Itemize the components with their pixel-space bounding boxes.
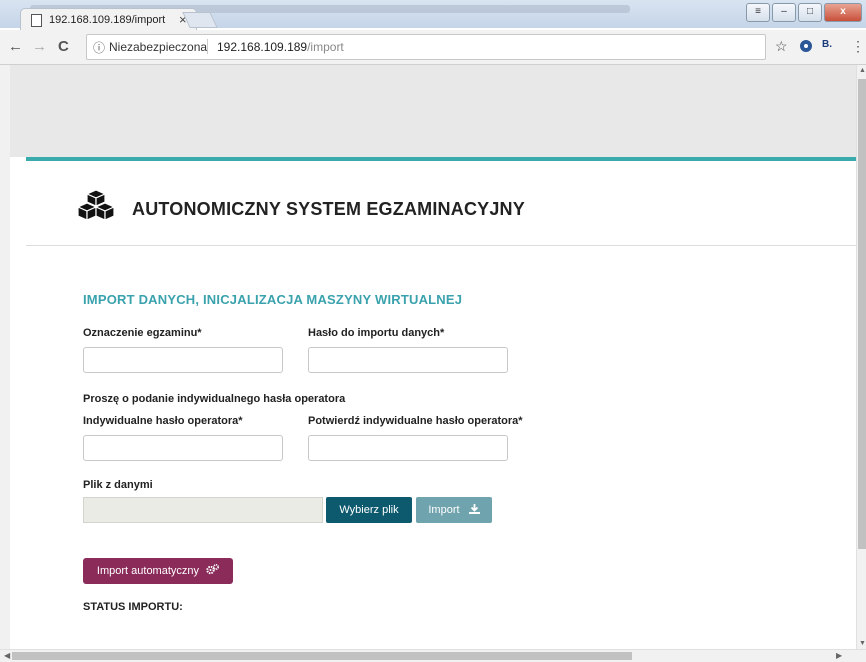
browser-toolbar: ← → C ⓘ Niezabezpieczona 192.168.109.189… <box>0 30 866 65</box>
page-left-edge <box>0 65 10 649</box>
info-icon[interactable]: ⓘ <box>93 39 105 56</box>
forward-icon[interactable]: → <box>32 38 47 55</box>
horizontal-scroll-thumb[interactable] <box>12 652 632 660</box>
section-title: IMPORT DANYCH, INICJALIZACJA MASZYNY WIR… <box>83 292 463 307</box>
app-title: AUTONOMICZNY SYSTEM EGZAMINACYJNY <box>132 199 525 219</box>
maximize-button[interactable]: □ <box>798 3 822 22</box>
bookmark-star-icon[interactable]: ☆ <box>775 38 788 55</box>
browser-tab[interactable]: 192.168.109.189/import × <box>20 8 197 31</box>
window-controls: ≡ – □ x <box>746 3 862 22</box>
divider <box>207 39 208 54</box>
gears-icon <box>206 563 220 575</box>
operator-password-input[interactable] <box>83 435 283 461</box>
cubes-icon <box>78 189 114 221</box>
horizontal-scrollbar[interactable]: ◀ ▶ <box>0 649 866 662</box>
import-password-label: Hasło do importu danych* <box>308 327 445 339</box>
url-text: 192.168.109.189/import <box>217 40 344 54</box>
page-icon <box>31 14 42 27</box>
page-top-band <box>10 65 856 157</box>
operator-password-confirm-label: Potwierdź indywidualne hasło operatora* <box>308 415 523 427</box>
vertical-scroll-thumb[interactable] <box>858 79 866 549</box>
operator-password-label: Indywidualne hasło operatora* <box>83 415 243 427</box>
choose-file-button[interactable]: Wybierz plik <box>326 497 412 523</box>
address-bar[interactable]: ⓘ Niezabezpieczona 192.168.109.189/impor… <box>86 34 766 60</box>
scroll-right-icon[interactable]: ▶ <box>836 651 842 660</box>
operator-note: Proszę o podanie indywidualnego hasła op… <box>83 393 346 405</box>
exam-input[interactable] <box>83 347 283 373</box>
file-label: Plik z danymi <box>83 479 153 491</box>
import-password-input[interactable] <box>308 347 508 373</box>
exam-label: Oznaczenie egzaminu* <box>83 327 202 339</box>
vertical-scrollbar[interactable]: ▲ ▼ <box>856 65 866 649</box>
window-titlebar: 192.168.109.189/import × ≡ – □ x <box>0 0 866 31</box>
reload-icon[interactable]: C <box>58 38 69 55</box>
user-icon[interactable]: ≡ <box>746 3 770 22</box>
app-header: AUTONOMICZNY SYSTEM EGZAMINACYJNY <box>26 161 856 246</box>
import-form: IMPORT DANYCH, INICJALIZACJA MASZYNY WIR… <box>26 247 856 649</box>
security-label: Niezabezpieczona <box>109 40 208 54</box>
page-viewport: AUTONOMICZNY SYSTEM EGZAMINACYJNY IMPORT… <box>10 65 856 649</box>
extension-icon[interactable] <box>800 40 812 52</box>
import-status-label: STATUS IMPORTU: <box>83 601 183 613</box>
menu-icon[interactable]: ⋮ <box>851 38 865 55</box>
download-icon <box>468 504 480 514</box>
tab-title: 192.168.109.189/import <box>49 14 166 26</box>
extension-b-icon[interactable]: B. <box>822 39 832 50</box>
operator-password-confirm-input[interactable] <box>308 435 508 461</box>
minimize-button[interactable]: – <box>772 3 796 22</box>
scroll-down-icon[interactable]: ▼ <box>859 640 866 647</box>
scroll-up-icon[interactable]: ▲ <box>859 67 866 74</box>
auto-import-button[interactable]: Import automatyczny <box>83 558 233 584</box>
back-icon[interactable]: ← <box>8 38 23 55</box>
import-button[interactable]: Import <box>416 497 492 523</box>
scroll-left-icon[interactable]: ◀ <box>4 651 10 660</box>
file-path-field[interactable] <box>83 497 323 523</box>
close-window-button[interactable]: x <box>824 3 862 22</box>
